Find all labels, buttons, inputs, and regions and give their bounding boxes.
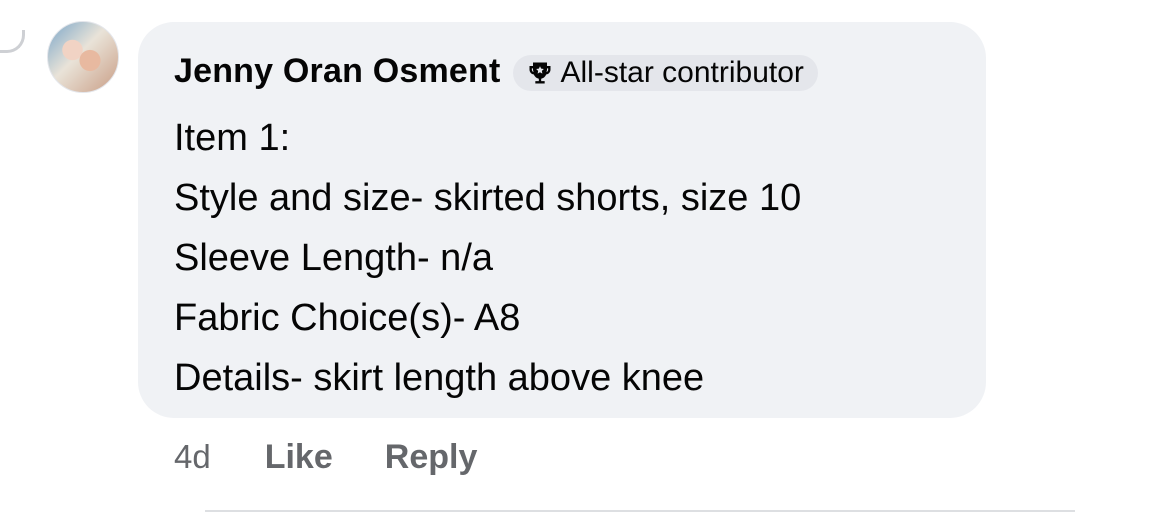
author-name[interactable]: Jenny Oran Osment xyxy=(174,52,501,91)
comment-line: Details- skirt length above knee xyxy=(174,357,705,399)
comment-header: Jenny Oran Osment All-star contributor xyxy=(174,52,818,91)
comment-timestamp[interactable]: 4d xyxy=(174,438,211,476)
comment-actions: 4d Like Reply xyxy=(174,432,529,482)
comment-line: Style and size- skirted shorts, size 10 xyxy=(174,177,802,219)
avatar[interactable] xyxy=(47,21,119,93)
thread-connector-line xyxy=(0,30,25,53)
comment-line: Fabric Choice(s)- A8 xyxy=(174,297,521,339)
reply-button[interactable]: Reply xyxy=(385,438,478,477)
divider xyxy=(205,510,1075,512)
comment-line: Sleeve Length- n/a xyxy=(174,237,494,279)
trophy-icon xyxy=(525,58,555,88)
comment-text: Item 1: Style and size- skirted shorts, … xyxy=(174,108,954,408)
comment-bubble: Jenny Oran Osment All-star contributor I… xyxy=(138,22,986,418)
comment-line: Item 1: xyxy=(174,117,291,159)
badge-label: All-star contributor xyxy=(560,55,804,89)
like-button[interactable]: Like xyxy=(265,438,333,477)
contributor-badge[interactable]: All-star contributor xyxy=(512,54,818,91)
